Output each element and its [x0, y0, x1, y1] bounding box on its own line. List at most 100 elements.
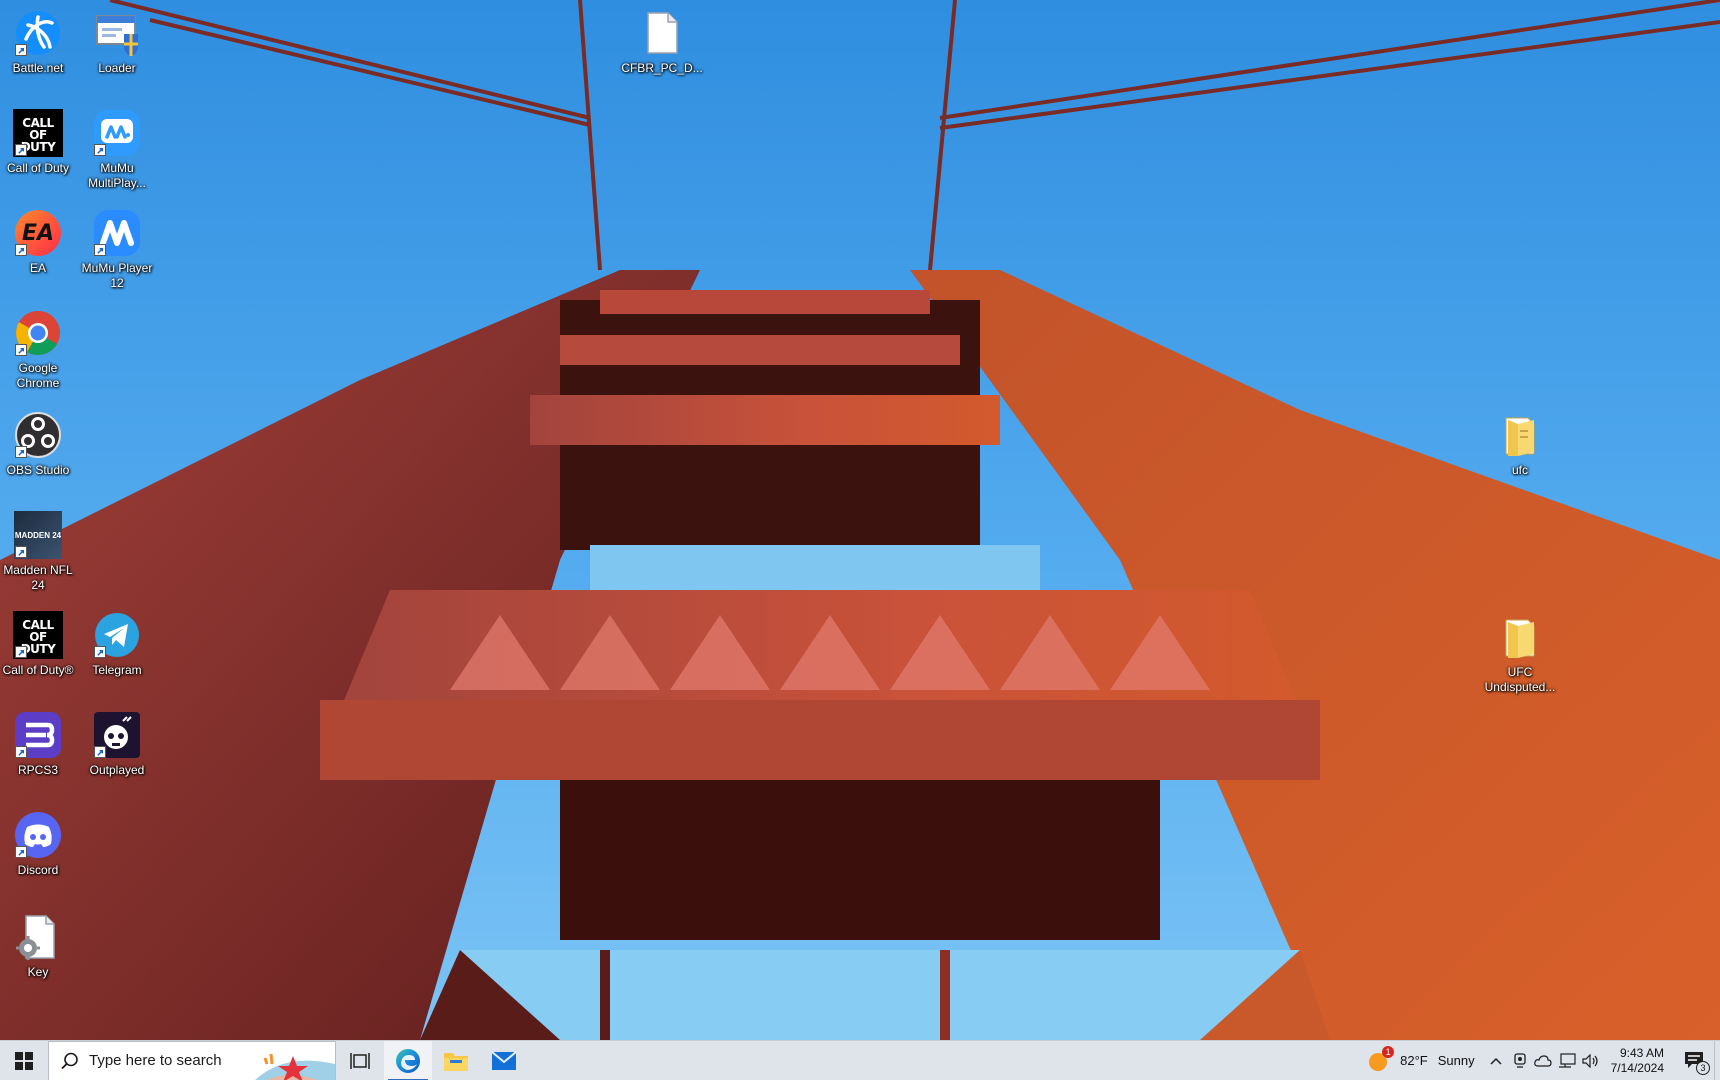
ea-icon: EA	[13, 208, 63, 258]
shortcut-arrow-icon	[94, 646, 106, 658]
desktop-icon-label: UFC Undisputed...	[1484, 665, 1556, 694]
show-hidden-icons-button[interactable]	[1483, 1041, 1509, 1080]
desktop-icon-label: MuMu Player 12	[81, 261, 153, 290]
windows-logo-icon	[15, 1051, 33, 1070]
telegram-icon	[92, 610, 142, 660]
clock-date: 7/14/2024	[1610, 1060, 1664, 1075]
chevron-up-icon	[1490, 1057, 1502, 1065]
desktop-icon-discord[interactable]: Discord	[0, 810, 79, 878]
madden-icon: MADDEN 24	[13, 510, 63, 560]
desktop-icon-mumu-player[interactable]: MuMu Player 12	[76, 208, 158, 291]
taskbar-edge[interactable]	[384, 1040, 432, 1080]
outplayed-icon	[92, 710, 142, 760]
desktop-icon-label: MuMu MultiPlay...	[88, 161, 146, 190]
folder-icon	[1495, 612, 1545, 662]
shortcut-arrow-icon	[15, 244, 27, 256]
desktop-icon-call-of-duty[interactable]: CALL OF DUTY Call of Duty	[0, 108, 79, 176]
search-placeholder: Type here to search	[89, 1052, 222, 1069]
chrome-icon	[13, 308, 63, 358]
taskbar-search-box[interactable]: Type here to search	[48, 1040, 336, 1080]
desktop-icon-outplayed[interactable]: Outplayed	[76, 710, 158, 778]
desktop-icon-label: Loader	[98, 61, 136, 75]
shortcut-arrow-icon	[15, 546, 27, 558]
edge-icon	[396, 1048, 420, 1073]
mail-icon	[491, 1050, 517, 1070]
desktop-icon-label: Google Chrome	[16, 361, 60, 390]
discord-icon	[13, 810, 63, 860]
system-tray: 1 82°F Sunny 9:43 AM 7/14/2024 3	[1360, 1040, 1720, 1080]
taskbar: Type here to search 1 82°F Sunny 9:43 AM…	[0, 1040, 1720, 1080]
desktop-wallpaper	[0, 0, 1720, 1040]
shortcut-arrow-icon	[94, 746, 106, 758]
mumu-multiplayer-icon	[92, 108, 142, 158]
start-button[interactable]	[0, 1041, 48, 1080]
volume-icon	[1582, 1053, 1598, 1068]
desktop-icon-label: Call of Duty	[6, 161, 70, 175]
desktop-icon-mumu-multiplayer[interactable]: MuMu MultiPlay...	[76, 108, 158, 191]
folder-icon	[1495, 410, 1545, 460]
shortcut-arrow-icon	[94, 144, 106, 156]
notification-count-badge: 3	[1696, 1060, 1710, 1075]
call-of-duty-icon: CALL OF DUTY	[13, 610, 63, 660]
desktop-icon-label: ufc	[1511, 463, 1528, 477]
taskbar-clock[interactable]: 9:43 AM 7/14/2024	[1603, 1046, 1674, 1076]
desktop-icon-ufc-undisputed-folder[interactable]: UFC Undisputed...	[1479, 612, 1561, 695]
shortcut-arrow-icon	[15, 846, 27, 858]
desktop-icon-label: Telegram	[92, 663, 142, 677]
mumu-player-icon	[92, 208, 142, 258]
tray-onedrive[interactable]	[1531, 1041, 1555, 1080]
shortcut-arrow-icon	[15, 746, 27, 758]
action-center-button[interactable]: 3	[1674, 1041, 1714, 1080]
weather-widget[interactable]: 1 82°F Sunny	[1360, 1041, 1482, 1080]
call-of-duty-icon: CALL OF DUTY	[13, 108, 63, 158]
cloud-icon	[1533, 1054, 1552, 1067]
network-icon	[1558, 1052, 1576, 1068]
desktop-icon-label: EA	[29, 261, 46, 275]
desktop-icon-obs[interactable]: OBS Studio	[0, 410, 79, 478]
weather-condition: Sunny	[1437, 1053, 1475, 1068]
key-file-icon	[13, 912, 63, 962]
task-view-button[interactable]	[336, 1041, 384, 1080]
desktop-icon-battlenet[interactable]: Battle.net	[0, 8, 79, 76]
desktop-icon-label: OBS Studio	[6, 463, 70, 477]
search-highlight-starfish-icon	[255, 1053, 335, 1080]
desktop-icon-cfbr[interactable]: CFBR_PC_D...	[621, 8, 703, 76]
desktop-icon-ea[interactable]: EA EA	[0, 208, 79, 276]
shortcut-arrow-icon	[15, 446, 27, 458]
show-desktop-button[interactable]	[1714, 1040, 1720, 1080]
search-icon	[61, 1052, 78, 1069]
desktop-icon-label: Madden NFL 24	[3, 563, 73, 592]
weather-alert-badge: 1	[1382, 1045, 1395, 1058]
desktop-icon-madden[interactable]: MADDEN 24 Madden NFL 24	[0, 510, 79, 593]
device-icon	[1513, 1052, 1526, 1068]
desktop-icon-chrome[interactable]: Google Chrome	[0, 308, 79, 391]
desktop-icon-rpcs3[interactable]: RPCS3	[0, 710, 79, 778]
weather-sun-icon: 1	[1368, 1045, 1395, 1072]
obs-icon	[13, 410, 63, 460]
shortcut-arrow-icon	[15, 44, 27, 56]
weather-temperature: 82°F	[1400, 1053, 1428, 1068]
notifications-icon: 3	[1684, 1051, 1710, 1075]
desktop-icon-label: Battle.net	[12, 61, 64, 75]
desktop-icon-call-of-duty-2[interactable]: CALL OF DUTY Call of Duty®	[0, 610, 79, 678]
file-explorer-icon	[444, 1052, 468, 1071]
task-view-icon	[350, 1052, 370, 1069]
clock-time: 9:43 AM	[1619, 1045, 1664, 1060]
desktop-icon-label: Outplayed	[89, 763, 145, 777]
desktop-icon-key[interactable]: Key	[0, 912, 79, 980]
desktop-icon-label: CFBR_PC_D...	[621, 61, 703, 75]
desktop-icon-telegram[interactable]: Telegram	[76, 610, 158, 678]
tray-volume[interactable]	[1579, 1041, 1603, 1080]
tray-meet-now[interactable]	[1509, 1041, 1531, 1080]
tray-network[interactable]	[1555, 1041, 1579, 1080]
shortcut-arrow-icon	[15, 144, 27, 156]
desktop-icon-loader[interactable]: Loader	[76, 8, 158, 76]
desktop-icon-label: Key	[27, 965, 49, 979]
desktop-icon-ufc-folder[interactable]: ufc	[1479, 410, 1561, 478]
desktop-icon-label: Call of Duty®	[2, 663, 74, 677]
document-icon	[637, 8, 687, 58]
taskbar-mail[interactable]	[480, 1041, 528, 1080]
taskbar-file-explorer[interactable]	[432, 1041, 480, 1080]
desktop-icon-label: RPCS3	[17, 763, 58, 777]
shortcut-arrow-icon	[15, 646, 27, 658]
